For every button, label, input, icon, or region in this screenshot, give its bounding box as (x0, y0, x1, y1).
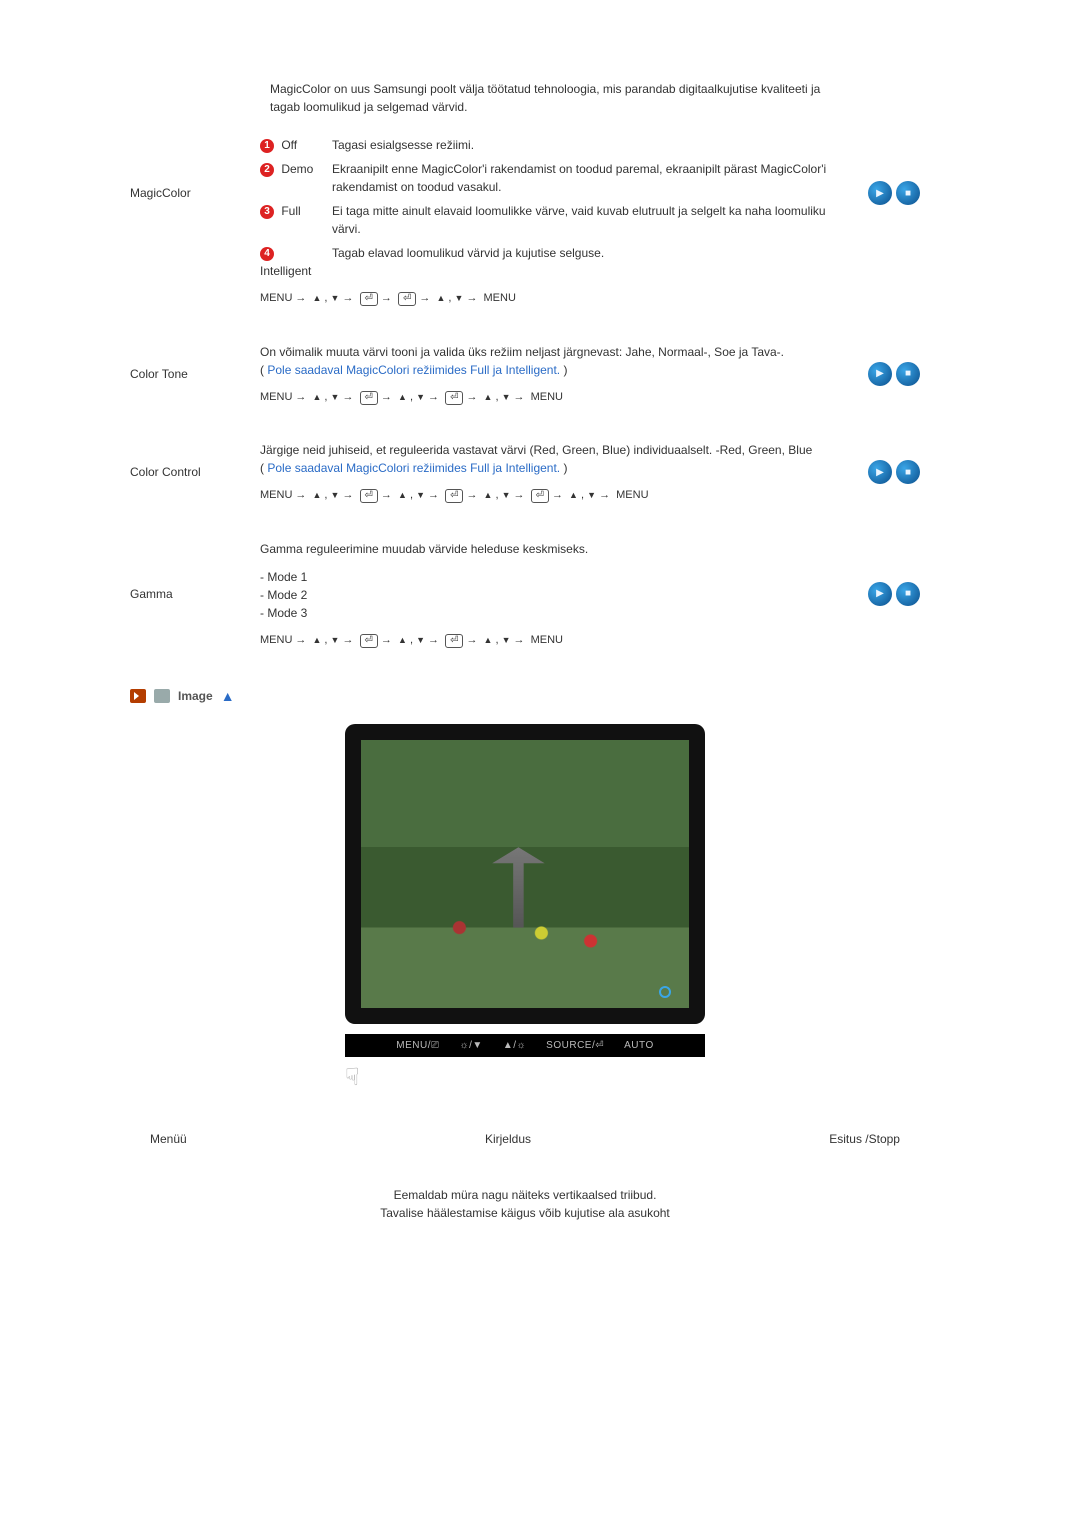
colorcontrol-note: Pole saadaval MagicColori režiimides Ful… (267, 461, 560, 475)
play-icon[interactable] (868, 460, 892, 484)
btn-auto[interactable]: AUTO (624, 1040, 654, 1051)
magiccolor-label: MagicColor (130, 70, 260, 317)
magiccolor-opt-demo: 2 Demo Ekraanipilt enne MagicColor'i rak… (260, 160, 830, 196)
col-menu: Menüü (150, 1132, 187, 1146)
gamma-section: Gamma Gamma reguleerimine muudab värvide… (130, 530, 920, 659)
hand-cursor-icon: ☟ (345, 1063, 705, 1092)
section-icon-1 (130, 689, 146, 703)
badge-1-icon: 1 (260, 139, 274, 153)
colortone-label: Color Tone (130, 333, 260, 416)
colorcontrol-menu-path: MENU→ ▲ , ▼→ ⏎→ ▲ , ▼→ ⏎→ ▲ , ▼→ ⏎→ ▲ , … (260, 487, 830, 504)
section-icon-2 (154, 689, 170, 703)
col-play: Esitus /Stopp (829, 1132, 900, 1146)
play-icon[interactable] (868, 582, 892, 606)
enter-icon: ⏎ (398, 292, 416, 306)
magiccolor-opt-intelligent: 4 Intelligent Tagab elavad loomulikud vä… (260, 244, 830, 280)
monitor-scene (361, 740, 689, 1008)
pagoda-icon (492, 847, 544, 927)
badge-3-icon: 3 (260, 205, 274, 219)
gamma-mode1: - Mode 1 (260, 568, 830, 586)
up-triangle-icon[interactable]: ▲ (221, 688, 235, 704)
btn-bright[interactable]: ☼/▼ (459, 1040, 482, 1051)
badge-4-icon: 4 (260, 247, 274, 261)
gamma-label: Gamma (130, 530, 260, 659)
gamma-mode3: - Mode 3 (260, 604, 830, 622)
stop-icon[interactable] (896, 362, 920, 386)
monitor-illustration (345, 724, 705, 1024)
magiccolor-intro: MagicColor on uus Samsungi poolt välja t… (260, 80, 830, 116)
col-desc: Kirjeldus (485, 1132, 531, 1146)
btn-menu[interactable]: MENU/⎚ (396, 1040, 439, 1051)
gamma-body: Gamma reguleerimine muudab värvide heled… (260, 540, 830, 558)
magiccolor-opt-full: 3 Full Ei taga mitte ainult elavaid loom… (260, 202, 830, 238)
play-icon[interactable] (868, 362, 892, 386)
colortone-menu-path: MENU→ ▲ , ▼→ ⏎→ ▲ , ▼→ ⏎→ ▲ , ▼→ MENU (260, 389, 830, 406)
column-headers: Menüü Kirjeldus Esitus /Stopp (130, 1122, 920, 1156)
btn-vol[interactable]: ▲/☼ (503, 1040, 526, 1051)
colorcontrol-section: Color Control Järgige neid juhiseid, et … (130, 431, 920, 514)
magiccolor-media (868, 181, 920, 205)
enter-icon: ⏎ (360, 292, 378, 306)
gamma-mode2: - Mode 2 (260, 586, 830, 604)
monitor-button-bar: MENU/⎚ ☼/▼ ▲/☼ SOURCE/⏎ AUTO (345, 1034, 705, 1057)
stop-icon[interactable] (896, 460, 920, 484)
colortone-section: Color Tone On võimalik muuta värvi tooni… (130, 333, 920, 416)
image-section-header: Image ▲ (130, 688, 920, 704)
stop-icon[interactable] (896, 582, 920, 606)
btn-source[interactable]: SOURCE/⏎ (546, 1040, 604, 1051)
power-led-icon (659, 986, 671, 998)
badge-2-icon: 2 (260, 163, 274, 177)
colorcontrol-label: Color Control (130, 431, 260, 514)
play-icon[interactable] (868, 181, 892, 205)
colorcontrol-body: Järgige neid juhiseid, et reguleerida va… (260, 441, 830, 459)
stop-icon[interactable] (896, 181, 920, 205)
magiccolor-section: MagicColor MagicColor on uus Samsungi po… (130, 70, 920, 317)
coarse-body: Eemaldab müra nagu näiteks vertikaalsed … (130, 1186, 920, 1222)
colortone-body: On võimalik muuta värvi tooni ja valida … (260, 343, 830, 361)
colortone-note: Pole saadaval MagicColori režiimides Ful… (267, 363, 560, 377)
magiccolor-menu-path: MENU→ ▲ , ▼→ ⏎→ ⏎→ ▲ , ▼→ MENU (260, 290, 830, 307)
gamma-menu-path: MENU→ ▲ , ▼→ ⏎→ ▲ , ▼→ ⏎→ ▲ , ▼→ MENU (260, 632, 830, 649)
image-section-title: Image (178, 689, 213, 703)
magiccolor-opt-off: 1 Off Tagasi esialgsesse režiimi. (260, 136, 830, 154)
